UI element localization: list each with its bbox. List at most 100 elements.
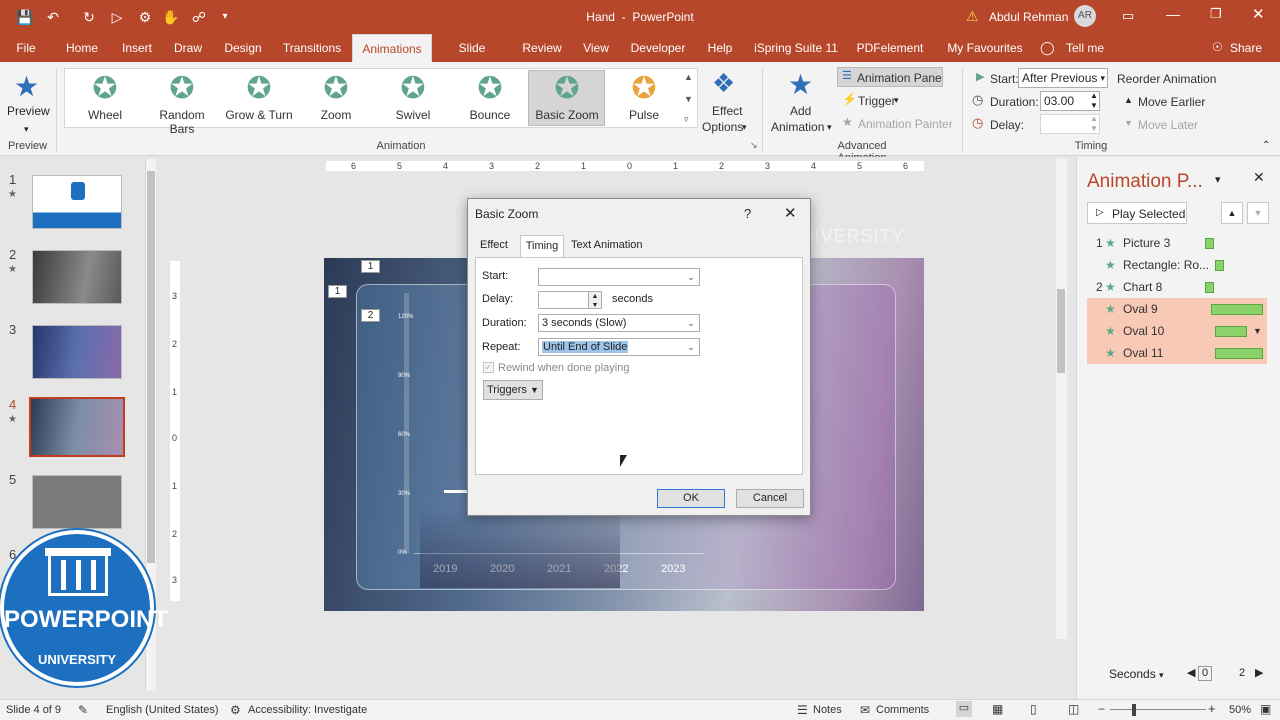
normal-view-icon[interactable]: ▭ <box>956 701 972 717</box>
move-earlier-button[interactable]: Move Earlier <box>1138 95 1205 109</box>
collapse-ribbon-icon[interactable]: ⌃ <box>1262 140 1270 151</box>
undo-icon[interactable]: ↶ <box>44 8 62 26</box>
zoom-slider[interactable] <box>1110 709 1206 710</box>
notes-icon[interactable]: ☰ <box>797 703 808 717</box>
tab-ispring[interactable]: iSpring Suite 11 <box>750 34 842 62</box>
preview-star-icon[interactable]: ★ <box>14 70 39 103</box>
comments-icon[interactable]: ✉ <box>860 703 870 717</box>
share-icon[interactable]: ☉ <box>1212 40 1223 54</box>
play-selected-button[interactable]: ▷ Play Selected <box>1087 202 1187 224</box>
tab-home[interactable]: Home <box>60 34 104 62</box>
anim-random-bars[interactable]: Random Bars <box>146 108 218 136</box>
anim-list-item[interactable]: 2 ★ Chart 8 <box>1087 276 1267 298</box>
slide-thumbnail-4[interactable] <box>29 397 125 457</box>
dialog-close-icon[interactable]: ✕ <box>784 204 797 222</box>
anim-timeline-bar[interactable] <box>1205 238 1214 249</box>
slideshow-icon[interactable]: ◫ <box>1068 702 1079 716</box>
seconds-dropdown[interactable]: Seconds ▾ <box>1109 667 1164 681</box>
slide-thumbnail-1[interactable] <box>32 175 122 229</box>
slide-thumbnail-2[interactable] <box>32 250 122 304</box>
trigger-icon[interactable]: ⚡ <box>842 92 857 106</box>
print-preview-icon[interactable]: ☍ <box>190 8 208 26</box>
tab-view[interactable]: View <box>580 34 612 62</box>
add-animation-line1[interactable]: Add <box>790 104 811 118</box>
move-up-icon[interactable]: ▲ <box>1221 202 1243 224</box>
anim-grow-turn[interactable]: Grow & Turn <box>224 108 294 122</box>
zoom-icon[interactable]: ✪ <box>316 74 356 104</box>
wheel-icon[interactable]: ✪ <box>85 74 125 104</box>
tell-me-search[interactable]: Tell me <box>1060 34 1110 62</box>
redo-icon[interactable]: ↻ <box>80 8 98 26</box>
animation-dialog-launcher-icon[interactable]: ↘ <box>750 140 758 151</box>
tab-design[interactable]: Design <box>220 34 266 62</box>
accessibility-icon[interactable]: ⚙ <box>230 703 241 717</box>
ribbon-display-icon[interactable]: ▭ <box>1122 8 1134 24</box>
share-button[interactable]: Share <box>1226 34 1266 62</box>
duration-spinner-icon[interactable]: ▲ ▼ <box>1090 91 1098 111</box>
anim-list-item[interactable]: ★ Oval 10 ▼ <box>1087 320 1267 342</box>
grow-turn-icon[interactable]: ✪ <box>239 74 279 104</box>
restore-icon[interactable]: ❐ <box>1210 6 1222 22</box>
effect-options-icon[interactable]: ❖ <box>712 68 735 99</box>
reading-view-icon[interactable]: ▯ <box>1030 702 1037 716</box>
notes-button[interactable]: Notes <box>813 704 842 716</box>
anim-timeline-bar[interactable] <box>1205 282 1214 293</box>
random-bars-icon[interactable]: ✪ <box>162 74 202 104</box>
anim-swivel[interactable]: Swivel <box>386 108 440 122</box>
anim-marker[interactable]: 1 <box>361 260 380 273</box>
anim-pulse[interactable]: Pulse <box>620 108 668 122</box>
delay-spinner-icon[interactable]: ▲ ▼ <box>1090 114 1098 134</box>
timeline-forward-icon[interactable]: ▶ <box>1255 666 1263 679</box>
add-animation-line2[interactable]: Animation <box>771 120 824 134</box>
qat-more-icon[interactable]: ▾ <box>216 8 234 26</box>
minimize-icon[interactable]: — <box>1166 6 1180 22</box>
trigger-dropdown-icon[interactable]: ▾ <box>894 95 899 106</box>
language-indicator[interactable]: English (United States) <box>106 704 219 716</box>
tab-insert[interactable]: Insert <box>116 34 158 62</box>
add-animation-icon[interactable]: ★ <box>788 68 813 101</box>
trigger-button[interactable]: Trigger <box>858 94 896 108</box>
accessibility-status[interactable]: Accessibility: Investigate <box>248 704 367 716</box>
anim-zoom[interactable]: Zoom <box>310 108 362 122</box>
effect-options-line1[interactable]: Effect <box>712 104 742 118</box>
add-animation-dropdown-icon[interactable]: ▾ <box>827 122 832 133</box>
pane-close-icon[interactable]: ✕ <box>1253 169 1265 186</box>
save-icon[interactable]: 💾 <box>16 8 34 26</box>
start-select[interactable]: After Previous ▾ <box>1018 68 1108 88</box>
anim-timeline-bar[interactable] <box>1215 348 1263 359</box>
start-dropdown-icon[interactable]: ▾ <box>1100 69 1105 87</box>
timeline-back-icon[interactable]: ◀ <box>1187 666 1195 679</box>
effect-options-line2[interactable]: Options <box>702 120 743 134</box>
pulse-icon[interactable]: ✪ <box>624 74 664 104</box>
start-from-beginning-icon[interactable]: ▷ <box>108 8 126 26</box>
duration-dropdown[interactable]: 3 seconds (Slow) ⌄ <box>538 314 700 332</box>
gallery-up-icon[interactable]: ▲ <box>684 72 693 82</box>
move-down-icon[interactable]: ▼ <box>1247 202 1269 224</box>
pane-options-icon[interactable]: ▾ <box>1215 173 1221 186</box>
tab-text-animation[interactable]: Text Animation <box>567 239 647 251</box>
anim-timeline-bar[interactable] <box>1211 304 1263 315</box>
zoom-out-icon[interactable]: − <box>1098 702 1105 716</box>
basic-zoom-icon[interactable]: ✪ <box>547 74 587 104</box>
cancel-button[interactable]: Cancel <box>736 489 804 508</box>
anim-timeline-bar[interactable] <box>1215 326 1247 337</box>
anim-marker[interactable]: 2 <box>361 309 380 322</box>
canvas-scroll-thumb[interactable] <box>1057 289 1065 373</box>
anim-wheel[interactable]: Wheel <box>80 108 130 122</box>
anim-marker[interactable]: 1 <box>328 285 347 298</box>
zoom-in-icon[interactable]: + <box>1208 701 1216 716</box>
anim-list-item[interactable]: ★ Oval 11 <box>1087 342 1267 364</box>
item-dropdown-icon[interactable]: ▼ <box>1253 320 1262 342</box>
anim-list-item[interactable]: ★ Oval 9 <box>1087 298 1267 320</box>
tab-draw[interactable]: Draw <box>170 34 206 62</box>
tab-review[interactable]: Review <box>518 34 566 62</box>
touch-mode-icon[interactable]: ✋ <box>162 8 180 26</box>
slide-thumbnail-5[interactable] <box>32 475 122 529</box>
tab-animations[interactable]: Animations <box>352 34 432 62</box>
customize-icon[interactable]: ⚙ <box>136 8 154 26</box>
tab-timing[interactable]: Timing <box>520 235 564 258</box>
avatar[interactable]: AR <box>1074 5 1096 27</box>
tab-file[interactable]: File <box>8 34 44 62</box>
anim-list-item[interactable]: ★ Rectangle: Ro... <box>1087 254 1267 276</box>
tab-effect[interactable]: Effect <box>476 239 512 251</box>
